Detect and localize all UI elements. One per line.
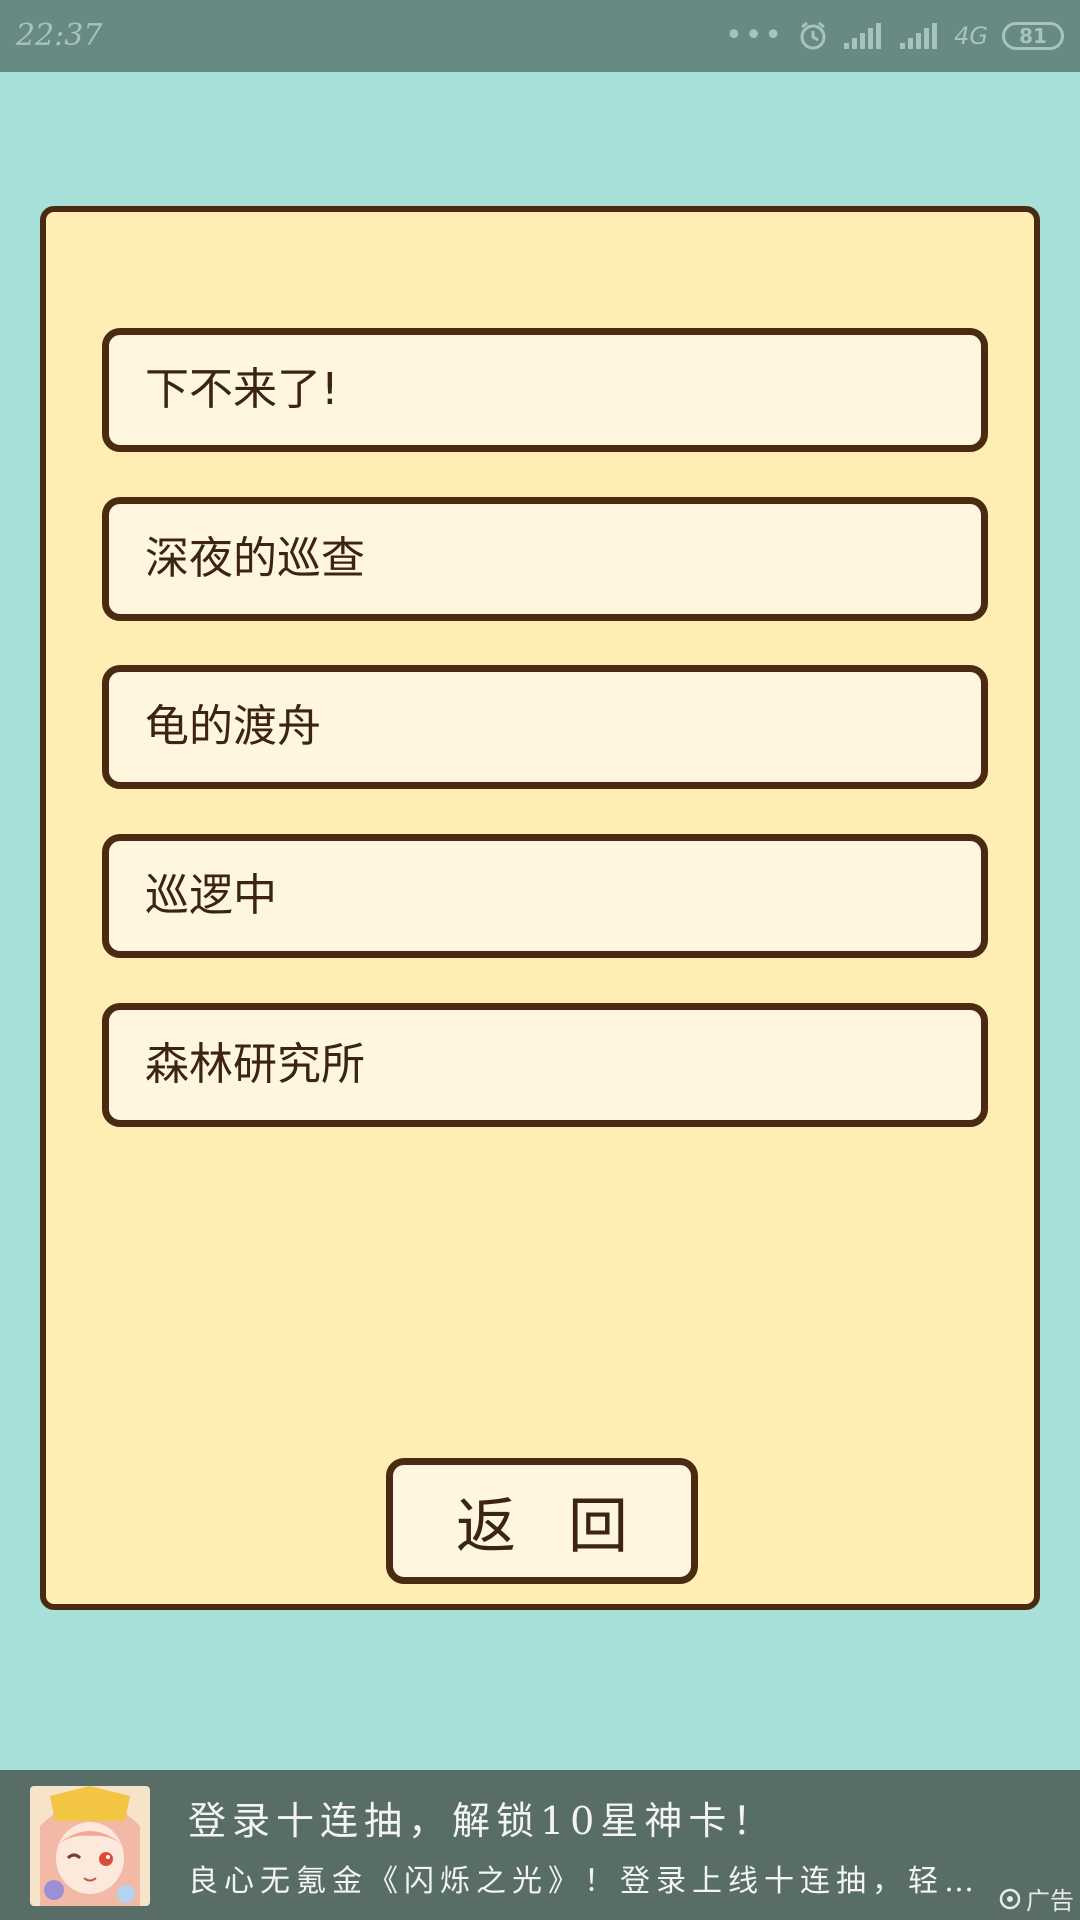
ad-banner[interactable]: 登录十连抽，解锁10星神卡！ 良心无氪金《闪烁之光》！登录上线十连抽，轻… 广告 (0, 1770, 1080, 1920)
ad-info-icon (999, 1888, 1021, 1909)
level-button-3[interactable]: 龟的渡舟 (102, 665, 988, 789)
return-label: 返回 (456, 1491, 680, 1562)
more-dots-icon: ••• (725, 18, 785, 53)
signal-icon (900, 23, 938, 49)
level-button-4[interactable]: 巡逻中 (102, 834, 988, 958)
ad-thumbnail[interactable] (30, 1786, 150, 1906)
ad-tag[interactable]: 广告 (998, 1881, 1074, 1916)
level-button-1[interactable]: 下不来了! (102, 328, 988, 452)
status-icons: ••• 4G 81 (725, 18, 1064, 54)
level-label: 森林研究所 (145, 1039, 365, 1090)
signal-icon (844, 23, 882, 49)
ad-tag-label: 广告 (1026, 1887, 1074, 1915)
status-bar: 22:37 ••• 4G 81 (0, 0, 1080, 72)
status-time: 22:37 (16, 18, 103, 53)
network-type: 4G (954, 22, 988, 50)
anime-girl-avatar-icon (30, 1786, 150, 1906)
battery-level: 81 (1019, 24, 1047, 48)
ad-title: 登录十连抽，解锁10星神卡！ (188, 1799, 777, 1843)
level-label: 下不来了! (145, 364, 339, 415)
level-label: 龟的渡舟 (145, 701, 321, 752)
level-label: 深夜的巡查 (145, 533, 365, 584)
level-label: 巡逻中 (145, 870, 277, 921)
level-button-2[interactable]: 深夜的巡查 (102, 497, 988, 621)
level-select-panel: 下不来了! 深夜的巡查 龟的渡舟 巡逻中 森林研究所 返回 (40, 206, 1040, 1610)
return-button[interactable]: 返回 (386, 1458, 698, 1584)
ad-description: 良心无氪金《闪烁之光》！登录上线十连抽，轻… (188, 1864, 980, 1899)
level-button-5[interactable]: 森林研究所 (102, 1003, 988, 1127)
alarm-icon (800, 21, 826, 50)
battery-icon: 81 (1002, 22, 1064, 50)
